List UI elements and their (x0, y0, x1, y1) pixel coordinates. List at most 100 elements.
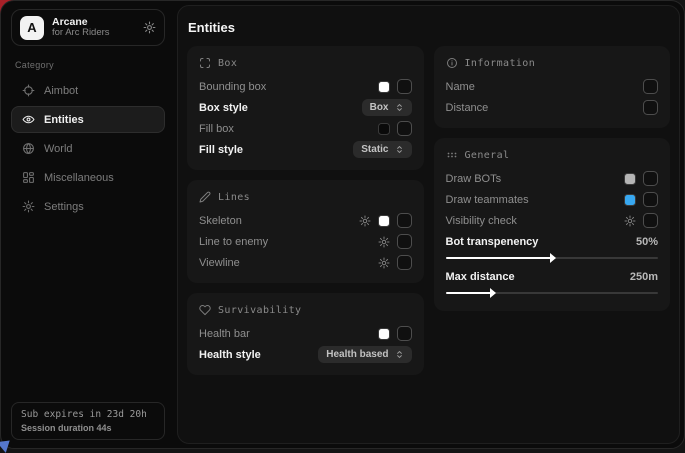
row-label: Health bar (199, 328, 250, 340)
card-lines: Lines Skeleton Line to enemy (187, 180, 424, 283)
setting-row-draw-teammates: Draw teammates (446, 189, 659, 210)
setting-row-skeleton: Skeleton (199, 210, 412, 231)
fill-style-dropdown[interactable]: Static (353, 141, 411, 158)
checkbox[interactable] (397, 79, 412, 94)
slider-knob[interactable] (490, 288, 496, 298)
app-logo: A (20, 16, 44, 40)
session-duration-text: Session duration 44s (21, 423, 155, 433)
setting-row-fill-box: Fill box (199, 118, 412, 139)
slider-value: 250m (630, 271, 658, 283)
setting-row-visibility-check: Visibility check (446, 210, 659, 231)
app-title-block: Arcane for Arc Riders (52, 16, 135, 39)
checkbox[interactable] (643, 171, 658, 186)
sidebar-item-settings[interactable]: Settings (11, 193, 165, 220)
row-label: Fill style (199, 144, 243, 156)
sidebar-item-entities[interactable]: Entities (11, 106, 165, 133)
gear-icon[interactable] (359, 215, 371, 227)
checkbox[interactable] (397, 121, 412, 136)
sidebar-item-world[interactable]: World (11, 135, 165, 162)
setting-row-box-style: Box style Box (199, 97, 412, 118)
setting-row-max-distance: Max distance 250m (446, 266, 659, 287)
sidebar-item-aimbot[interactable]: Aimbot (11, 77, 165, 104)
checkbox[interactable] (397, 213, 412, 228)
dropdown-value: Static (361, 144, 388, 155)
card-title: Survivability (218, 305, 301, 316)
scan-brackets-icon (199, 57, 211, 69)
row-label: Bounding box (199, 81, 266, 93)
checkbox[interactable] (643, 79, 658, 94)
row-label: Draw BOTs (446, 173, 502, 185)
slider-value: 50% (636, 236, 658, 248)
color-swatch[interactable] (378, 81, 390, 93)
sidebar: A Arcane for Arc Riders Category Aimbot … (1, 1, 175, 448)
app-window: A Arcane for Arc Riders Category Aimbot … (0, 0, 685, 449)
sidebar-item-label: Settings (44, 201, 84, 213)
card-lines-header: Lines (199, 190, 412, 204)
crosshair-icon (22, 84, 35, 97)
card-box: Box Bounding box Box style Box (187, 46, 424, 170)
dropdown-value: Health based (326, 349, 388, 360)
sidebar-item-label: Entities (44, 114, 84, 126)
bot-transparency-slider[interactable] (446, 253, 659, 263)
setting-row-bounding-box: Bounding box (199, 76, 412, 97)
globe-icon (22, 142, 35, 155)
sidebar-item-label: Aimbot (44, 85, 78, 97)
sub-expiry-text: Sub expires in 23d 20h (21, 409, 155, 420)
heart-icon (199, 304, 211, 316)
setting-row-fill-style: Fill style Static (199, 139, 412, 160)
checkbox[interactable] (643, 213, 658, 228)
row-label: Distance (446, 102, 489, 114)
row-label: Bot transpenency (446, 236, 539, 248)
entities-icon (22, 113, 35, 126)
color-swatch[interactable] (624, 173, 636, 185)
card-information: Information Name Distance (434, 46, 671, 128)
gear-icon[interactable] (378, 257, 390, 269)
setting-row-distance: Distance (446, 97, 659, 118)
card-title: Lines (218, 192, 250, 203)
row-label: Skeleton (199, 215, 242, 227)
app-subtitle: for Arc Riders (52, 28, 135, 39)
card-box-header: Box (199, 56, 412, 70)
info-icon (446, 57, 458, 69)
gear-icon[interactable] (143, 21, 156, 34)
color-swatch[interactable] (378, 123, 390, 135)
sidebar-item-miscellaneous[interactable]: Miscellaneous (11, 164, 165, 191)
card-title: Box (218, 58, 237, 69)
sidebar-item-label: Miscellaneous (44, 172, 114, 184)
row-label: Name (446, 81, 475, 93)
gear-icon[interactable] (624, 215, 636, 227)
checkbox[interactable] (397, 326, 412, 341)
setting-row-bot-transparency: Bot transpenency 50% (446, 231, 659, 252)
pencil-icon (199, 191, 211, 203)
box-style-dropdown[interactable]: Box (362, 99, 412, 116)
app-header-card: A Arcane for Arc Riders (11, 9, 165, 46)
slider-knob[interactable] (550, 253, 556, 263)
row-label: Box style (199, 102, 248, 114)
setting-row-health-bar: Health bar (199, 323, 412, 344)
max-distance-slider[interactable] (446, 288, 659, 298)
category-label: Category (15, 60, 165, 70)
dropdown-value: Box (370, 102, 389, 113)
slider-fill (446, 257, 552, 259)
gear-icon[interactable] (378, 236, 390, 248)
setting-row-draw-bots: Draw BOTs (446, 168, 659, 189)
color-swatch[interactable] (378, 328, 390, 340)
checkbox[interactable] (397, 255, 412, 270)
checkbox[interactable] (643, 192, 658, 207)
color-swatch[interactable] (624, 194, 636, 206)
row-label: Health style (199, 349, 261, 361)
main-panel: Entities Box Bounding box (177, 5, 680, 444)
chevrons-up-down-icon (395, 350, 404, 359)
checkbox[interactable] (397, 234, 412, 249)
right-column: Information Name Distance (434, 46, 671, 311)
health-style-dropdown[interactable]: Health based (318, 346, 411, 363)
row-label: Viewline (199, 257, 240, 269)
card-title: General (465, 150, 510, 161)
sidebar-item-label: World (44, 143, 73, 155)
card-survivability-header: Survivability (199, 303, 412, 317)
setting-row-name: Name (446, 76, 659, 97)
checkbox[interactable] (643, 100, 658, 115)
content-columns: Box Bounding box Box style Box (178, 46, 679, 375)
color-swatch[interactable] (378, 215, 390, 227)
row-label: Max distance (446, 271, 515, 283)
